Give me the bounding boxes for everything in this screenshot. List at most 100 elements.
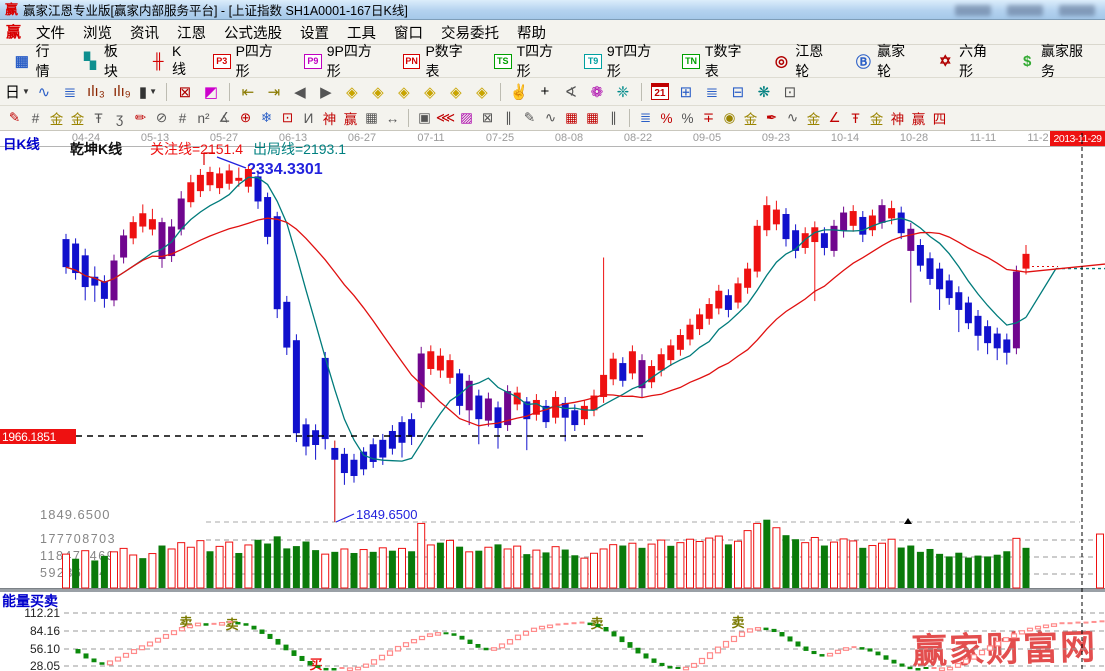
zoom-out-button[interactable]: ◈ xyxy=(418,80,442,103)
circle-cross-button[interactable]: ⊕ xyxy=(235,108,256,128)
ink-pen-button[interactable]: ✒ xyxy=(761,108,782,128)
print-button[interactable]: ⊡ xyxy=(778,80,802,103)
last-page-button[interactable]: ⇥ xyxy=(262,80,286,103)
snowflake-tool-button[interactable]: ❄ xyxy=(256,108,277,128)
bars3-tool-button[interactable]: ılı₃ xyxy=(84,80,108,103)
stats-tool-button[interactable]: ≣ xyxy=(635,108,656,128)
clock-tool-button[interactable]: ⊘ xyxy=(151,108,172,128)
window-control-blur-2[interactable] xyxy=(1007,5,1043,16)
red-grid-1-button[interactable]: ▦ xyxy=(561,108,582,128)
volume-axis-label: 59236234 xyxy=(40,566,108,580)
step-back-button[interactable]: ◀ xyxy=(288,80,312,103)
gold-angle-button[interactable]: 金 xyxy=(866,108,887,128)
list-tool-button[interactable]: ≣ xyxy=(58,80,82,103)
gann-flower-button[interactable]: ❁ xyxy=(585,80,609,103)
crosshair-tool-button[interactable]: + xyxy=(533,80,557,103)
f-angle-button[interactable]: Ŧ xyxy=(845,108,866,128)
title-bar: 赢 赢家江恩专业版[赢家内部服务平台] - [上证指数 SH1A0001-167… xyxy=(0,0,1105,20)
period-selector-button[interactable]: 日 ▼ xyxy=(5,80,30,103)
square-target-button[interactable]: ⊡ xyxy=(277,108,298,128)
wave-n-button[interactable]: И xyxy=(298,108,319,128)
first-page-button[interactable]: ⇤ xyxy=(236,80,260,103)
pencil2-button[interactable]: ✎ xyxy=(519,108,540,128)
grid-123-button[interactable]: ▦ xyxy=(361,108,382,128)
wave-tool-button[interactable]: ∿ xyxy=(32,80,56,103)
calculator-button[interactable]: ⊞ xyxy=(674,80,698,103)
wave2-button[interactable]: ∿ xyxy=(540,108,561,128)
fan-lines-button[interactable]: ⋘ xyxy=(435,108,456,128)
toolbar-main: ▦ 行情 ▚ 板块 ╫ K线 P3 P四方形 P9 9P四方形 PN P数字表 TS T四方形 T9 9T四方… xyxy=(0,43,1105,79)
hand-tool-button[interactable]: ✌ xyxy=(507,80,531,103)
curve-tool-button[interactable]: ʒ xyxy=(109,108,130,128)
percent-line-icon: % xyxy=(660,110,673,126)
pane-divider[interactable] xyxy=(0,588,1105,592)
gold-underline-button[interactable]: 金 xyxy=(803,108,824,128)
sell-signal-label: 卖 xyxy=(179,615,193,630)
f-tool-button[interactable]: Ŧ xyxy=(88,108,109,128)
calendar-button[interactable]: 21 xyxy=(648,80,672,103)
grid2-tool-button[interactable]: # xyxy=(172,108,193,128)
ying-tool-button[interactable]: 赢 xyxy=(340,108,361,128)
network-button[interactable]: ❋ xyxy=(752,80,776,103)
h-measure-button[interactable]: ↔ xyxy=(382,108,403,128)
ying-angle-button[interactable]: 赢 xyxy=(908,108,929,128)
cross-box-button[interactable]: ⊠ xyxy=(477,108,498,128)
bars9-tool-button[interactable]: ılı₉ xyxy=(110,80,134,103)
pct-levels-button[interactable]: ∓ xyxy=(698,108,719,128)
parallel2-button[interactable]: ∥ xyxy=(603,108,624,128)
n-square-button[interactable]: n² xyxy=(193,108,214,128)
shen-tool-button[interactable]: 神 xyxy=(319,108,340,128)
candle-type-button[interactable]: ▮ ▼ xyxy=(136,80,160,103)
percent-line-button[interactable]: % xyxy=(656,108,677,128)
toolbar-button-kline[interactable]: ╫ K线 xyxy=(140,40,204,82)
spiral-tool-button[interactable]: ❈ xyxy=(611,80,635,103)
expand-button[interactable]: ◈ xyxy=(444,80,468,103)
wave2-icon: ∿ xyxy=(544,110,557,125)
gold-circle-button[interactable]: ◉ xyxy=(719,108,740,128)
t-table-label: T数字表 xyxy=(704,43,742,79)
step-forward-button[interactable]: ▶ xyxy=(314,80,338,103)
gold-tool-1-button[interactable]: 金 xyxy=(46,108,67,128)
calculator-icon: ⊞ xyxy=(679,83,693,101)
zoom-left-button[interactable]: ◈ xyxy=(340,80,364,103)
shen-angle-button[interactable]: 神 xyxy=(887,108,908,128)
window-controls[interactable] xyxy=(955,5,1095,16)
date-tick-11-2: 11-2 xyxy=(1027,132,1049,144)
date-tick-07-25: 07-25 xyxy=(485,132,515,144)
peak-price-label: 2334.3301 xyxy=(247,161,323,178)
grid-ruler-button[interactable]: # xyxy=(25,108,46,128)
window-control-blur-1[interactable] xyxy=(955,5,991,16)
date-tick-09-23: 09-23 xyxy=(761,132,791,144)
zoom-right-button[interactable]: ◈ xyxy=(366,80,390,103)
j-angle-icon: ∠ xyxy=(828,110,841,125)
red-grid-2-icon: ▦ xyxy=(586,110,599,125)
save-button[interactable]: ⊟ xyxy=(726,80,750,103)
fan-lines-icon: ⋘ xyxy=(435,110,456,125)
date-tick-07-11: 07-11 xyxy=(417,132,445,144)
red-grid-2-button[interactable]: ▦ xyxy=(582,108,603,128)
zoom-left-icon: ◈ xyxy=(346,83,358,101)
draw-pencil-button[interactable]: ✎ xyxy=(4,108,25,128)
percent-icon: % xyxy=(681,110,694,126)
histogram-flag-button[interactable]: ◩ xyxy=(199,80,223,103)
window-control-blur-3[interactable] xyxy=(1059,5,1095,16)
zoom-in-button[interactable]: ◈ xyxy=(392,80,416,103)
gold-tool-2-button[interactable]: 金 xyxy=(67,108,88,128)
diag-box-button[interactable]: ▨ xyxy=(456,108,477,128)
full-view-button[interactable]: ◈ xyxy=(470,80,494,103)
pattern-tool-button[interactable]: ⊠ xyxy=(173,80,197,103)
wave-a-button[interactable]: ∿ xyxy=(782,108,803,128)
percent-button[interactable]: % xyxy=(677,108,698,128)
notes-button[interactable]: ≣ xyxy=(700,80,724,103)
angle-tool-button[interactable]: ∢ xyxy=(559,80,583,103)
four-angle-button[interactable]: 四 xyxy=(929,108,950,128)
pencil-dots-button[interactable]: ✏ xyxy=(130,108,151,128)
hexagon-label: 六角形 xyxy=(959,43,988,79)
j-angle-button[interactable]: ∠ xyxy=(824,108,845,128)
parallel-lines-button[interactable]: ∥ xyxy=(498,108,519,128)
protractor-button[interactable]: ∡ xyxy=(214,108,235,128)
box-tool-button[interactable]: ▣ xyxy=(414,108,435,128)
notes-icon: ≣ xyxy=(705,83,719,101)
app-logo-icon: 赢 xyxy=(5,2,19,17)
gold-line-button[interactable]: 金 xyxy=(740,108,761,128)
